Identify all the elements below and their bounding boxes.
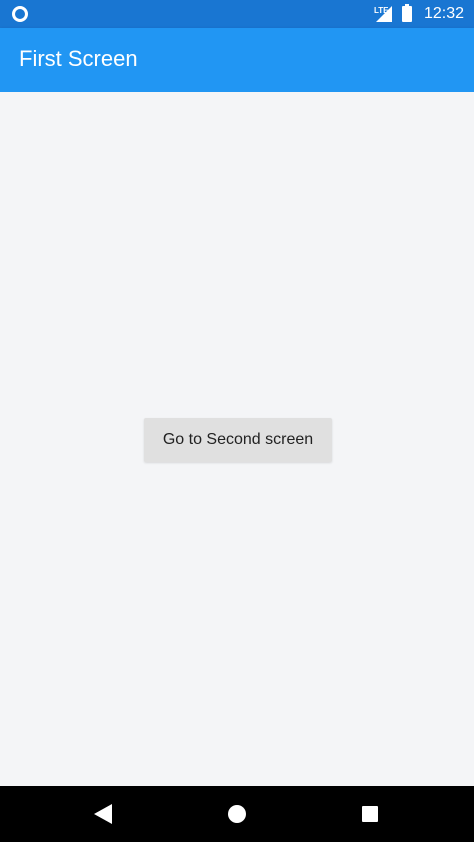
app-bar: First Screen: [0, 28, 474, 92]
signal-icon: LTE: [374, 4, 394, 24]
navigation-bar: [0, 786, 474, 842]
status-bar: LTE 12:32: [0, 0, 474, 28]
go-to-second-screen-button[interactable]: Go to Second screen: [144, 418, 332, 462]
main-content: Go to Second screen: [0, 92, 474, 786]
signal-strength-icon: [375, 6, 392, 22]
home-icon[interactable]: [228, 805, 246, 823]
back-icon[interactable]: [94, 804, 112, 824]
battery-icon: [401, 4, 412, 22]
status-time: 12:32: [423, 5, 464, 22]
page-title: First Screen: [19, 46, 138, 71]
circle-icon: [12, 6, 28, 22]
status-icons: LTE 12:32: [374, 0, 464, 28]
recent-apps-icon[interactable]: [362, 806, 378, 822]
